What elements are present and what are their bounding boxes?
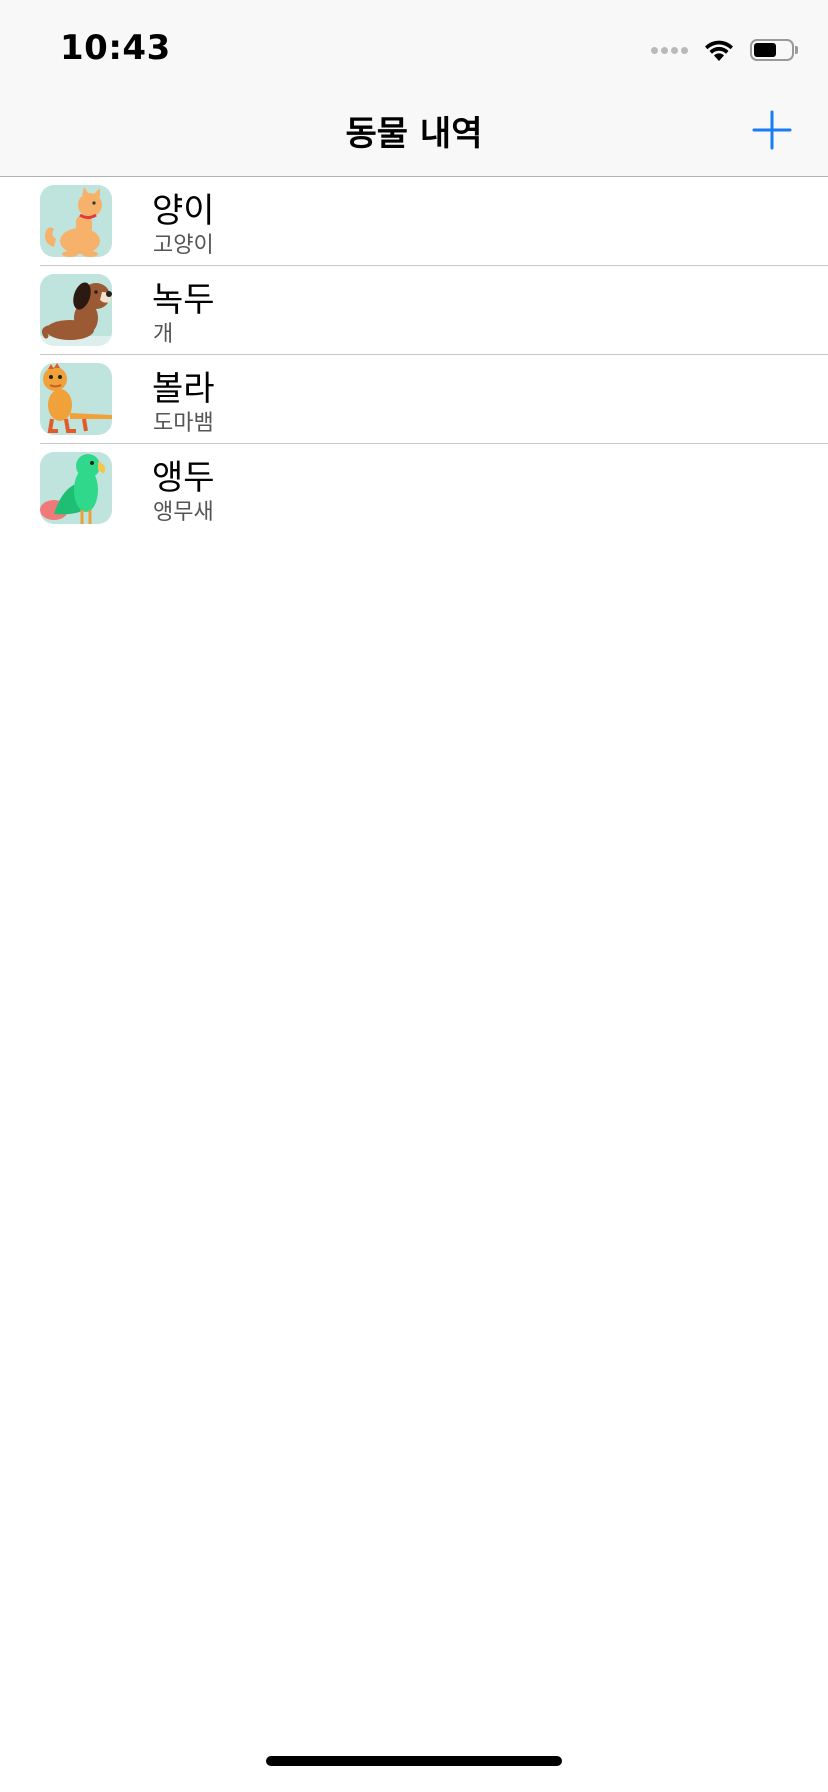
list-item[interactable]: 양이 고양이 [0,177,828,266]
animal-species: 개 [153,322,174,347]
add-button[interactable] [752,110,792,150]
animal-name: 녹두 [152,280,215,320]
status-time: 10:43 [60,28,171,68]
plus-icon [752,110,792,150]
status-indicators [651,36,798,64]
parrot-icon [40,452,112,524]
navigation-bar: 10:43 동물 내역 [0,0,828,177]
animal-name: 볼라 [152,369,215,409]
wifi-icon [705,40,733,61]
app-screen: 10:43 동물 내역 양이 고양이 녹두 개 볼라 도마뱀 앵두 앵무새 [0,0,828,1792]
list-item[interactable]: 볼라 도마뱀 [0,355,828,444]
page-title: 동물 내역 [345,114,483,154]
cat-icon [40,185,112,257]
dog-icon [40,274,112,346]
animal-name: 앵두 [152,458,215,498]
home-indicator[interactable] [266,1756,562,1766]
animal-species: 앵무새 [153,500,214,525]
animal-name: 양이 [152,191,215,231]
animal-species: 도마뱀 [153,411,214,436]
lizard-icon [40,363,112,435]
list-item[interactable]: 녹두 개 [0,266,828,355]
animal-list: 양이 고양이 녹두 개 볼라 도마뱀 앵두 앵무새 [0,177,828,533]
cellular-signal-icon [651,46,688,54]
battery-icon [750,39,798,61]
list-item[interactable]: 앵두 앵무새 [0,444,828,533]
animal-species: 고양이 [153,233,214,258]
